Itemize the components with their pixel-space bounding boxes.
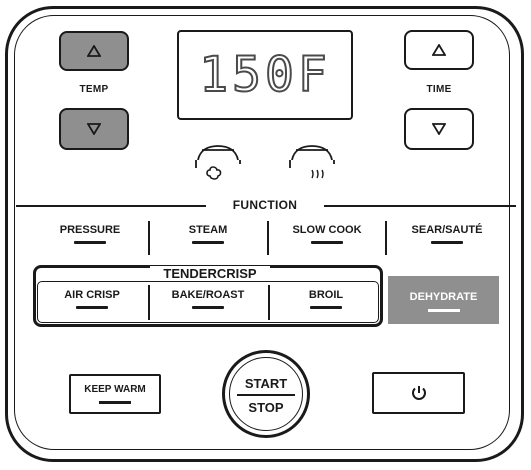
power-button[interactable] (372, 372, 465, 414)
pressure-button[interactable]: PRESSURE (40, 224, 140, 256)
air-crisp-label: AIR CRISP (64, 289, 120, 301)
dehydrate-button[interactable]: DEHYDRATE (388, 276, 499, 324)
function-separator (267, 221, 269, 255)
broil-label: BROIL (308, 289, 344, 301)
bake-roast-indicator (192, 306, 224, 309)
function-label: FUNCTION (232, 198, 298, 212)
sear-saute-label: SEAR/SAUTÉ (411, 224, 483, 236)
triangle-up-icon (432, 44, 446, 56)
crisping-lid-icon (289, 145, 335, 179)
keep-warm-label: KEEP WARM (84, 384, 146, 395)
time-down-button[interactable] (404, 108, 474, 150)
start-label: START (244, 376, 288, 391)
broil-button[interactable]: BROIL (276, 289, 376, 321)
triangle-down-icon (432, 123, 446, 135)
bake-roast-button[interactable]: BAKE/ROAST (152, 289, 264, 321)
start-stop-divider (237, 394, 295, 396)
temp-down-button[interactable] (59, 108, 129, 150)
start-stop-button[interactable]: START STOP (222, 350, 310, 438)
function-separator (148, 221, 150, 255)
power-icon (411, 386, 426, 400)
function-separator (385, 221, 387, 255)
triangle-up-icon (87, 45, 101, 57)
time-up-button[interactable] (404, 30, 474, 70)
pressure-label: PRESSURE (59, 224, 121, 236)
air-crisp-button[interactable]: AIR CRISP (42, 289, 142, 321)
dehydrate-label: DEHYDRATE (409, 291, 478, 303)
temp-label: TEMP (79, 84, 109, 95)
triangle-down-icon (87, 123, 101, 135)
sear-saute-button[interactable]: SEAR/SAUTÉ (392, 224, 502, 256)
slow-cook-label: SLOW COOK (292, 224, 362, 236)
tendercrisp-separator (148, 285, 150, 320)
time-label: TIME (426, 84, 452, 95)
function-divider-right (324, 205, 516, 207)
stop-label: STOP (248, 400, 284, 415)
bake-roast-label: BAKE/ROAST (171, 289, 245, 301)
pressure-indicator (74, 241, 106, 244)
slow-cook-button[interactable]: SLOW COOK (272, 224, 382, 256)
air-crisp-indicator (76, 306, 108, 309)
broil-indicator (310, 306, 342, 309)
steam-indicator (192, 241, 224, 244)
display-value: 150F (198, 46, 331, 104)
sear-saute-indicator (431, 241, 463, 244)
temp-up-button[interactable] (59, 31, 129, 71)
function-divider-left (16, 205, 206, 207)
keep-warm-button[interactable]: KEEP WARM (69, 374, 161, 414)
tendercrisp-separator (268, 285, 270, 320)
steam-label: STEAM (188, 224, 228, 236)
steam-button[interactable]: STEAM (158, 224, 258, 256)
tendercrisp-label: TENDERCRISP (150, 266, 270, 281)
digital-display: 150F (177, 30, 353, 120)
slow-cook-indicator (311, 241, 343, 244)
dehydrate-indicator (427, 309, 460, 312)
pressure-lid-icon (195, 145, 241, 180)
keep-warm-indicator (99, 401, 131, 404)
